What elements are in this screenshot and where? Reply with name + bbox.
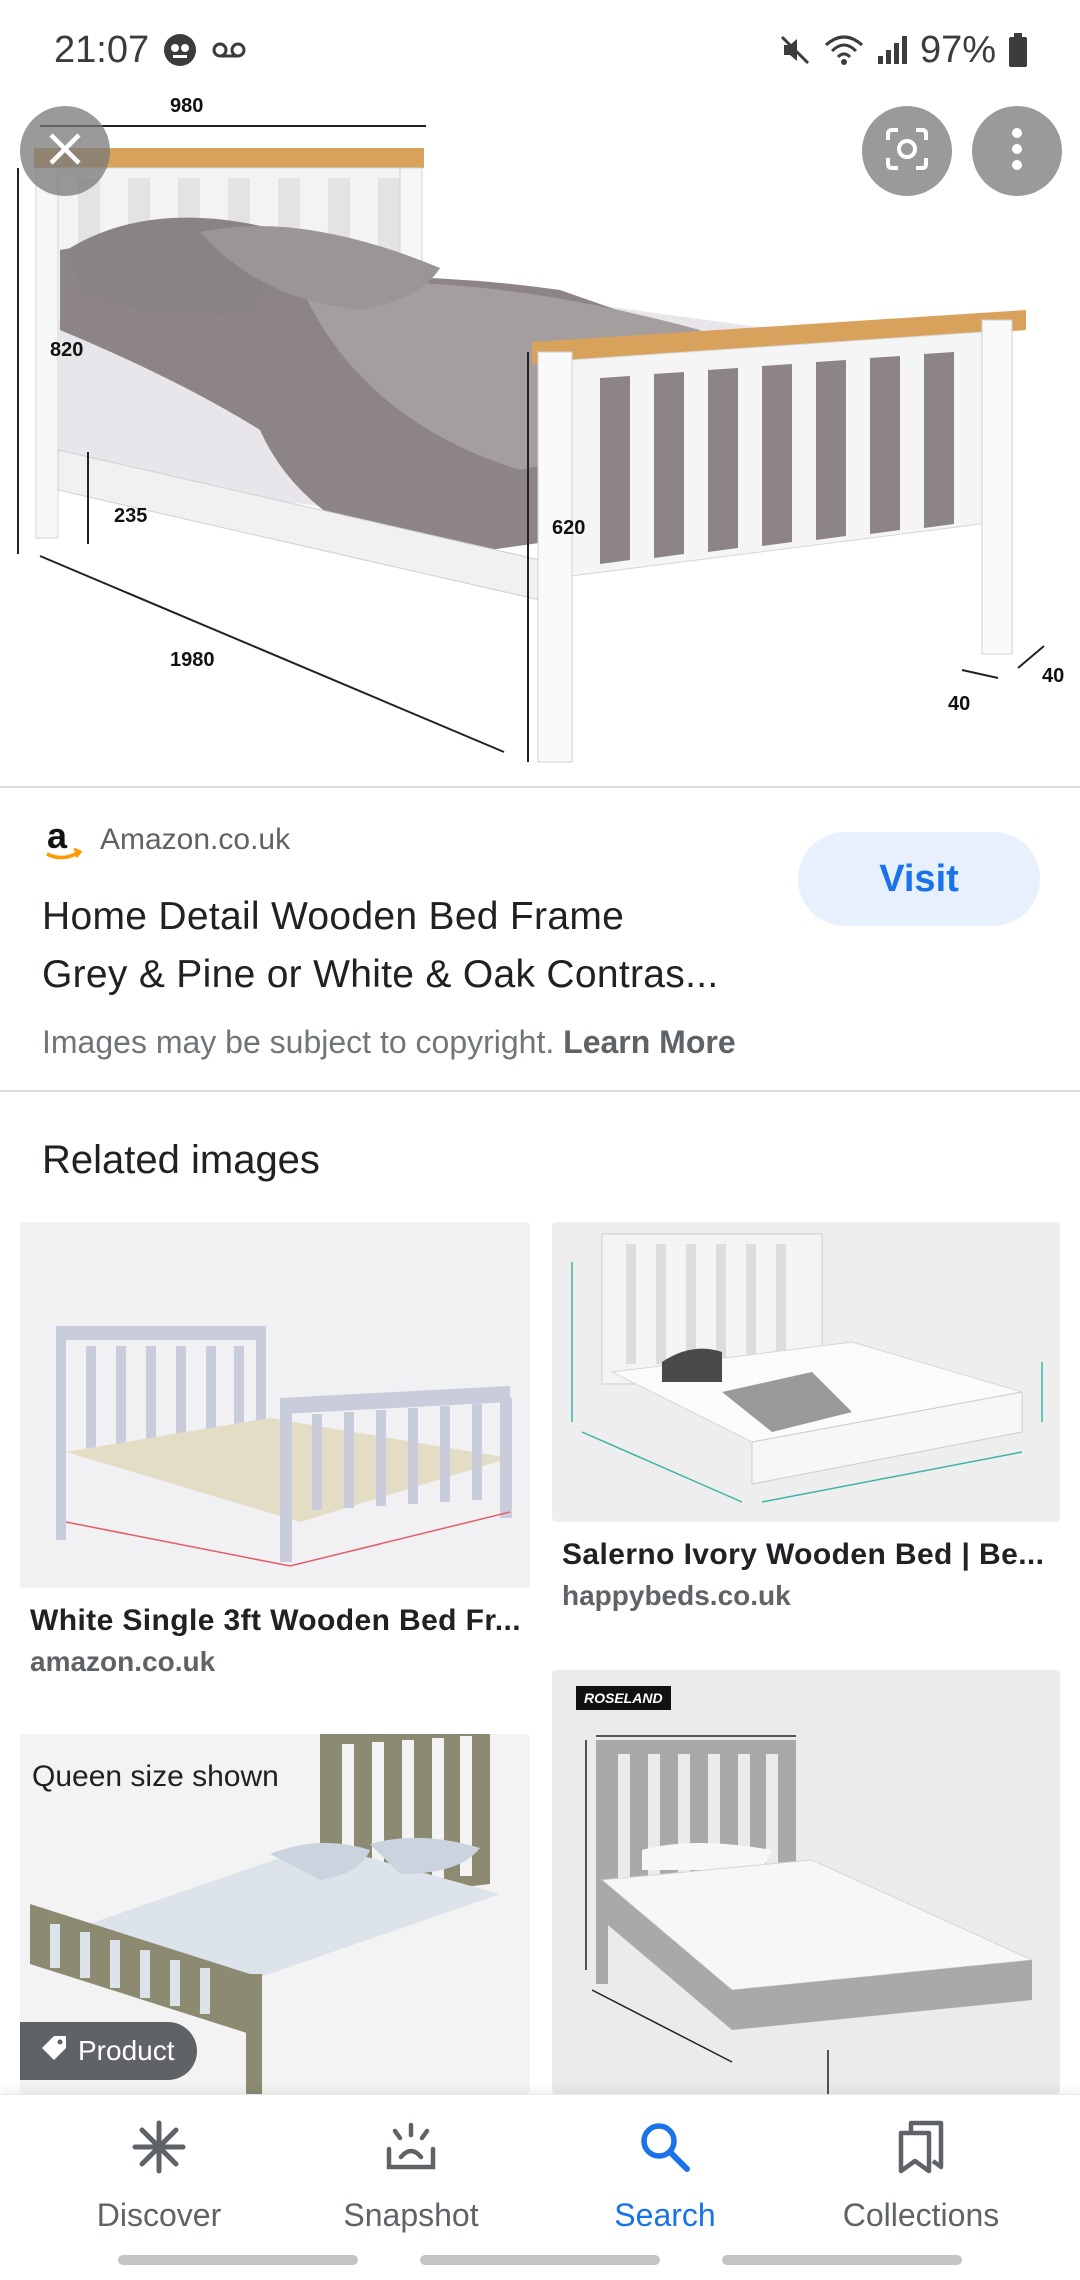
status-bar: 21:07 97% [0, 0, 1080, 100]
bed-thumbnail-image [552, 1222, 1060, 1522]
nav-collections[interactable]: Collections [796, 2119, 1046, 2234]
related-item-domain: happybeds.co.uk [562, 1580, 791, 1611]
product-badge[interactable]: Product [20, 2022, 197, 2080]
brand-logo: ROSELAND [576, 1686, 671, 1710]
battery-icon [1008, 33, 1028, 67]
snapshot-icon [383, 2119, 439, 2183]
visit-button[interactable]: Visit [798, 832, 1040, 926]
close-button[interactable] [20, 106, 110, 196]
gesture-handle [118, 2255, 358, 2265]
related-item[interactable]: ROSELAND [552, 1670, 1060, 2094]
source-row[interactable]: a Amazon.co.uk [42, 818, 290, 862]
signal-icon [876, 34, 908, 66]
copyright-text: Images may be subject to copyright. [42, 1024, 555, 1060]
notification-icon [163, 33, 197, 67]
nav-discover[interactable]: Discover [34, 2119, 284, 2234]
hero-image[interactable]: 980 820 235 1980 620 40 40 21:07 97% [0, 0, 1080, 786]
more-vert-icon [1011, 127, 1023, 176]
lens-icon [884, 126, 930, 177]
related-item[interactable]: Salerno Ivory Wooden Bed | Be... happybe… [552, 1222, 1060, 1612]
hero-divider [0, 786, 1080, 788]
svg-text:a: a [47, 818, 68, 856]
tag-icon [40, 2034, 68, 2069]
nav-snapshot[interactable]: Snapshot [286, 2119, 536, 2234]
dim-leg-b-label: 40 [1042, 665, 1064, 687]
result-title-line1: Home Detail Wooden Bed Frame [42, 895, 625, 938]
section-divider [0, 1090, 1080, 1092]
thumbnail-overlay-text: Queen size shown [32, 1760, 279, 1793]
dim-foot-height-label: 620 [552, 517, 585, 539]
related-thumbnail[interactable] [552, 1222, 1060, 1522]
related-thumbnail[interactable]: ROSELAND [552, 1670, 1060, 2094]
bed-thumbnail-image [552, 1670, 1060, 2094]
related-item-domain: amazon.co.uk [30, 1646, 216, 1677]
gesture-handle [420, 2255, 660, 2265]
bookmarks-icon [893, 2119, 949, 2183]
nav-discover-label: Discover [96, 2197, 222, 2233]
related-item[interactable]: Queen size shown Product [20, 1734, 530, 2094]
nav-snapshot-label: Snapshot [343, 2197, 479, 2233]
asterisk-icon [131, 2119, 187, 2183]
dim-head-height-label: 820 [50, 339, 83, 361]
battery-percent: 97% [919, 28, 996, 71]
close-icon [45, 129, 85, 174]
related-item-title: Salerno Ivory Wooden Bed | Be... [562, 1538, 1045, 1571]
wifi-icon [824, 33, 864, 67]
source-name: Amazon.co.uk [100, 823, 291, 856]
related-item[interactable]: White Single 3ft Wooden Bed Fr... amazon… [20, 1222, 530, 1678]
dim-length-label: 1980 [170, 649, 215, 671]
search-icon [637, 2119, 693, 2183]
related-thumbnail[interactable]: Queen size shown Product [20, 1734, 530, 2094]
mute-icon [778, 33, 812, 67]
related-item-title: White Single 3ft Wooden Bed Fr... [30, 1604, 521, 1637]
related-thumbnail[interactable] [20, 1222, 530, 1588]
bed-thumbnail-image [20, 1222, 530, 1588]
gesture-handle [722, 2255, 962, 2265]
result-title[interactable]: Home Detail Wooden Bed Frame Grey & Pine… [42, 888, 782, 1004]
more-options-button[interactable] [972, 106, 1062, 196]
nav-collections-label: Collections [842, 2197, 1000, 2233]
nav-search-label: Search [614, 2197, 716, 2233]
copyright-notice: Images may be subject to copyright. Lear… [42, 1024, 736, 1061]
nav-search[interactable]: Search [540, 2119, 790, 2234]
status-time: 21:07 [54, 28, 150, 71]
learn-more-link[interactable]: Learn More [563, 1024, 735, 1060]
voicemail-icon [211, 40, 247, 60]
product-badge-label: Product [78, 2035, 175, 2066]
bottom-navigation: Discover Snapshot Search Collections [0, 2094, 1080, 2280]
dim-clearance-label: 235 [114, 505, 147, 527]
lens-search-button[interactable] [862, 106, 952, 196]
related-images-heading: Related images [42, 1138, 320, 1182]
result-title-line2: Grey & Pine or White & Oak Contras... [42, 953, 719, 996]
amazon-logo-icon: a [42, 818, 86, 862]
dim-leg-a-label: 40 [948, 693, 970, 715]
